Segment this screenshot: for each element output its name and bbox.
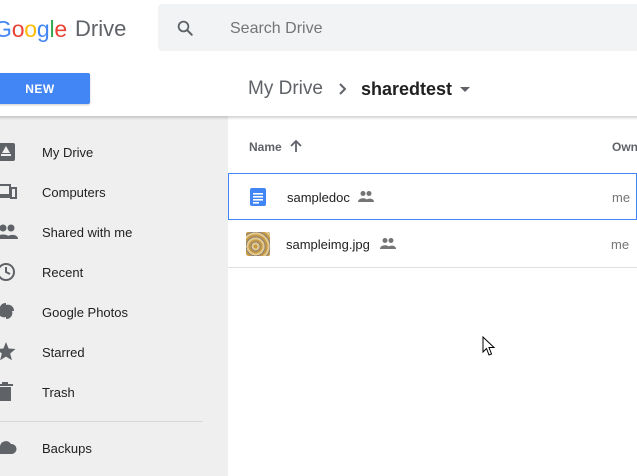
sidebar: My Drive Computers Shared with me Recent <box>0 116 228 476</box>
caret-down-icon[interactable] <box>460 84 470 94</box>
file-name[interactable]: sampledoc <box>287 190 350 205</box>
breadcrumb-my-drive[interactable]: My Drive <box>248 78 323 100</box>
file-name[interactable]: sampleimg.jpg <box>286 237 370 252</box>
logo-letter: e <box>54 15 67 42</box>
header-shadow <box>0 116 637 120</box>
sidebar-item-label: Trash <box>42 384 75 400</box>
starred-icon <box>0 342 16 361</box>
my-drive-icon <box>0 143 15 161</box>
sidebar-item-computers[interactable]: Computers <box>0 172 228 212</box>
logo-letter: o <box>11 15 25 42</box>
trash-icon <box>0 382 13 401</box>
sidebar-divider <box>0 421 203 422</box>
top-bar: Google Drive NEW My Drive sharedtest <box>0 0 637 116</box>
sidebar-item-shared-with-me[interactable]: Shared with me <box>0 212 228 252</box>
shared-people-icon <box>358 191 374 202</box>
chevron-right-icon <box>339 83 347 95</box>
sidebar-item-starred[interactable]: Starred <box>0 332 228 372</box>
google-photos-icon <box>0 302 15 320</box>
mouse-cursor-icon <box>482 336 496 356</box>
search-icon[interactable] <box>176 19 194 37</box>
shared-with-me-icon <box>0 224 18 239</box>
sidebar-item-recent[interactable]: Recent <box>0 252 228 292</box>
logo-letter: G <box>0 15 12 42</box>
file-row-sampleimg[interactable]: sampleimg.jpg me <box>228 221 637 268</box>
file-owner: me <box>612 190 631 205</box>
google-drive-logo[interactable]: Google Drive <box>0 13 126 45</box>
search-input[interactable] <box>228 16 532 42</box>
computers-icon <box>0 184 17 199</box>
backups-icon <box>0 441 17 454</box>
google-doc-icon <box>250 188 266 206</box>
sidebar-item-label: Starred <box>42 344 85 360</box>
sidebar-item-label: Backups <box>42 440 92 456</box>
sidebar-item-label: My Drive <box>42 144 94 160</box>
sidebar-item-my-drive[interactable]: My Drive <box>0 132 228 172</box>
sidebar-item-label: Recent <box>42 264 84 280</box>
shared-people-icon <box>380 238 396 249</box>
google-wordmark: Google <box>0 16 67 43</box>
sidebar-item-label: Google Photos <box>42 304 129 320</box>
recent-icon <box>0 263 15 281</box>
file-list-header: Name Own <box>228 116 637 172</box>
column-header-owner[interactable]: Own <box>612 140 637 154</box>
column-header-name[interactable]: Name <box>249 140 282 154</box>
new-button[interactable]: NEW <box>0 73 90 104</box>
sidebar-item-label: Computers <box>42 184 106 200</box>
sidebar-item-label: Shared with me <box>42 224 133 240</box>
image-thumbnail <box>246 232 270 256</box>
file-owner: me <box>611 237 630 252</box>
file-list: Name Own sampledoc me sampleimg.jpg me <box>228 116 637 476</box>
breadcrumb-current-folder[interactable]: sharedtest <box>361 79 452 100</box>
sidebar-item-trash[interactable]: Trash <box>0 372 228 412</box>
file-row-sampledoc[interactable]: sampledoc me <box>228 173 637 220</box>
product-name: Drive <box>75 16 127 41</box>
logo-letter: g <box>36 15 50 42</box>
logo-letter: o <box>24 15 37 42</box>
sort-ascending-icon[interactable] <box>289 139 303 153</box>
sidebar-item-backups[interactable]: Backups <box>0 428 228 468</box>
breadcrumb: My Drive sharedtest <box>248 75 470 103</box>
search-bar[interactable] <box>158 4 637 51</box>
sidebar-item-google-photos[interactable]: Google Photos <box>0 292 228 332</box>
